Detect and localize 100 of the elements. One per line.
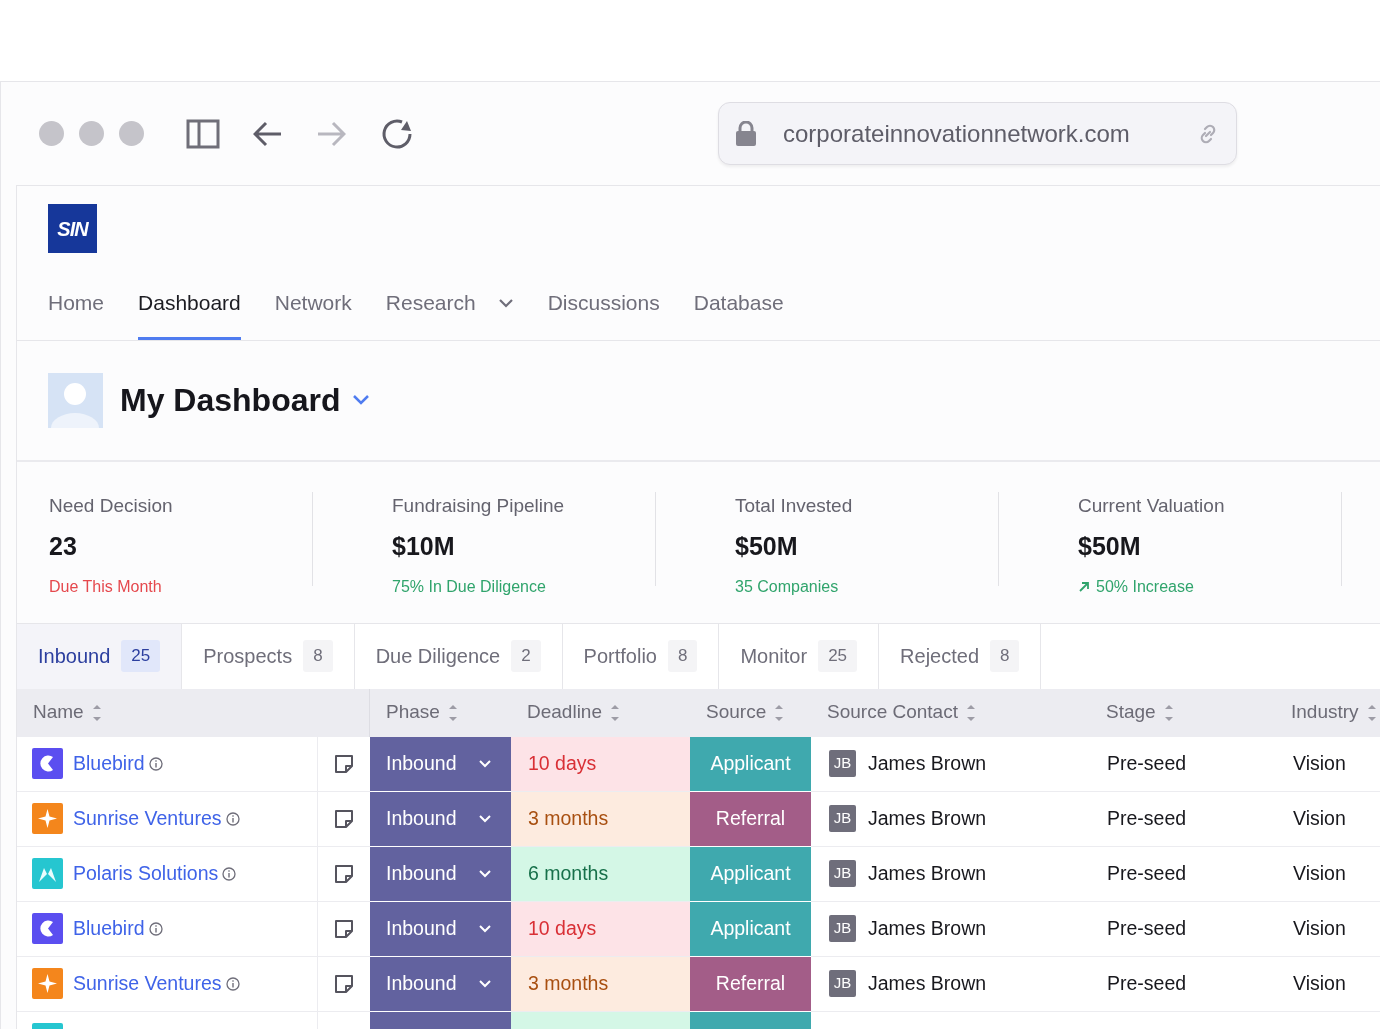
window-control-dot[interactable] xyxy=(119,121,144,146)
table-cell-text: Pre-seed xyxy=(1107,805,1187,831)
stat-value: $10M xyxy=(392,531,456,562)
contact-name: James Brown xyxy=(868,970,987,996)
nav-link[interactable]: Discussions xyxy=(547,287,660,340)
lock-icon xyxy=(735,120,757,147)
company-logo-icon xyxy=(32,968,63,999)
contact-name: James Brown xyxy=(868,860,987,886)
company-link[interactable]: Sunrise Ventures xyxy=(73,803,222,834)
source-tag: Applicant xyxy=(690,846,811,902)
tab[interactable]: Inbound 25 xyxy=(17,623,183,689)
stat-label: Total Invested xyxy=(735,493,854,518)
table-cell-text: Pre-seed xyxy=(1107,970,1187,996)
deadline-cell: 3 months xyxy=(511,956,690,1012)
tab-count: 8 xyxy=(990,640,1020,672)
info-icon[interactable] xyxy=(222,866,237,881)
contact-avatar: JB xyxy=(829,750,856,777)
info-icon[interactable] xyxy=(148,756,163,771)
company-logo-icon xyxy=(32,803,63,834)
stat-note: 75% In Due Diligence xyxy=(392,576,546,597)
contact-avatar: JB xyxy=(829,915,856,942)
phase-dropdown[interactable]: Inbound xyxy=(370,791,511,847)
company-logo-icon xyxy=(32,748,63,779)
reload-icon[interactable] xyxy=(380,116,414,151)
info-icon[interactable] xyxy=(225,811,240,826)
nav-link[interactable]: Database xyxy=(693,287,784,340)
phase-dropdown[interactable]: Inbound xyxy=(370,736,511,792)
tab-count: 25 xyxy=(121,640,161,672)
column-header[interactable]: Stage xyxy=(1106,698,1156,727)
contact-name: James Brown xyxy=(868,805,987,831)
chevron-down-icon xyxy=(479,979,491,988)
trend-up-icon xyxy=(1078,580,1090,593)
note-icon[interactable] xyxy=(334,973,354,994)
column-header[interactable]: Source Contact xyxy=(827,698,958,727)
note-icon[interactable] xyxy=(334,863,354,884)
info-icon[interactable] xyxy=(225,976,240,991)
info-icon[interactable] xyxy=(148,921,163,936)
table-cell-text: Pre-seed xyxy=(1107,915,1187,941)
back-arrow-icon[interactable] xyxy=(253,120,283,147)
chevron-down-icon xyxy=(479,869,491,878)
chevron-down-icon[interactable] xyxy=(352,394,371,406)
contact-avatar: JB xyxy=(829,970,856,997)
stat-value: $50M xyxy=(735,531,799,562)
stat-value: $50M xyxy=(1078,531,1142,562)
table-cell-text: Vision xyxy=(1293,915,1346,941)
table-cell-text: Pre-seed xyxy=(1107,860,1187,886)
note-icon[interactable] xyxy=(334,753,354,774)
stat-label: Current Valuation xyxy=(1078,493,1226,518)
chevron-down-icon xyxy=(479,759,491,768)
stat-value: 23 xyxy=(49,531,78,562)
window-control-dot[interactable] xyxy=(79,121,104,146)
note-icon[interactable] xyxy=(334,808,354,829)
logo[interactable]: SIN xyxy=(48,204,97,253)
avatar-icon xyxy=(48,372,103,428)
chevron-down-icon xyxy=(479,924,491,933)
column-header[interactable]: Industry xyxy=(1291,698,1359,727)
table-cell-text: Vision xyxy=(1293,805,1346,831)
nav-link[interactable]: Dashboard xyxy=(138,287,241,340)
company-link[interactable]: Bluebird xyxy=(73,748,145,779)
column-header[interactable]: Source xyxy=(706,698,767,727)
nav-link[interactable]: Home xyxy=(48,287,105,340)
note-icon[interactable] xyxy=(334,918,354,939)
source-tag: Applicant xyxy=(690,736,811,792)
address-bar[interactable]: corporateinnovationnetwork.com xyxy=(718,102,1237,165)
contact-name: James Brown xyxy=(868,750,987,776)
stat-label: Fundraising Pipeline xyxy=(392,493,566,518)
nav-link[interactable]: Network xyxy=(274,287,352,340)
nav-link[interactable]: Research xyxy=(385,287,514,340)
contact-avatar: JB xyxy=(829,860,856,887)
deadline-cell: 6 months xyxy=(511,846,690,902)
contact-name: James Brown xyxy=(868,915,987,941)
tab-count: 25 xyxy=(818,640,858,672)
stat-label: Need Decision xyxy=(49,493,174,518)
stat-note: 50% Increase xyxy=(1096,576,1194,597)
company-logo-icon xyxy=(32,858,63,889)
table-cell-text: Vision xyxy=(1293,860,1346,886)
table-cell-text: Pre-seed xyxy=(1107,750,1187,776)
phase-dropdown[interactable]: Inbound xyxy=(370,901,511,957)
column-header[interactable]: Phase xyxy=(386,698,440,727)
sidebar-icon[interactable] xyxy=(186,118,220,149)
stat-note: Due This Month xyxy=(49,576,162,597)
company-link[interactable]: Bluebird xyxy=(73,913,145,944)
table-cell-text: Vision xyxy=(1293,750,1346,776)
source-tag: Applicant xyxy=(690,901,811,957)
page-title: My Dashboard xyxy=(120,381,341,420)
column-header[interactable]: Deadline xyxy=(527,698,602,727)
url-text: corporateinnovationnetwork.com xyxy=(783,118,1131,149)
company-logo-icon xyxy=(32,913,63,944)
company-link[interactable]: Polaris Solutions xyxy=(73,858,219,889)
source-tag: Referral xyxy=(690,791,811,847)
phase-dropdown[interactable]: Inbound xyxy=(370,956,511,1012)
table-cell-text: Vision xyxy=(1293,970,1346,996)
phase-dropdown[interactable]: Inbound xyxy=(370,846,511,902)
stat-note: 35 Companies xyxy=(735,576,839,597)
contact-avatar: JB xyxy=(829,805,856,832)
company-link[interactable]: Sunrise Ventures xyxy=(73,968,222,999)
window-control-dot[interactable] xyxy=(39,121,64,146)
tab-count: 8 xyxy=(668,640,698,672)
column-header[interactable]: Name xyxy=(33,698,84,727)
deadline-cell: 10 days xyxy=(511,901,690,957)
